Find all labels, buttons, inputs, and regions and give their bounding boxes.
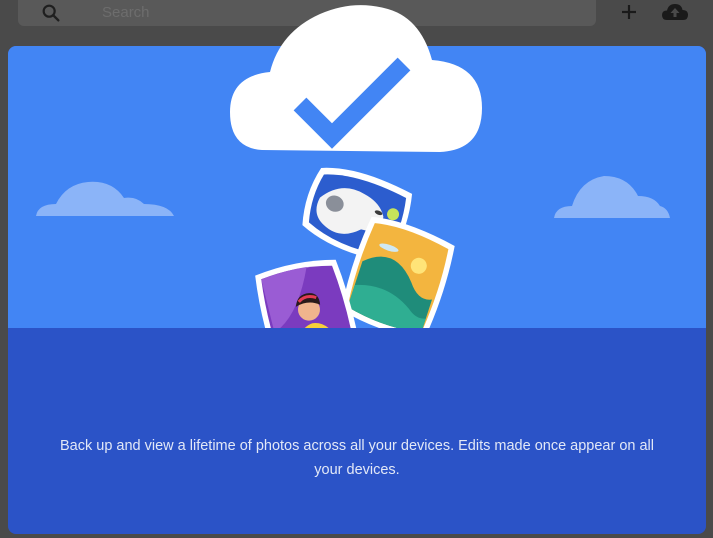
onboarding-message: Back up and view a lifetime of photos ac… — [59, 438, 655, 478]
right-cloud — [554, 176, 670, 218]
top-bar — [0, 0, 713, 40]
search-icon[interactable] — [40, 2, 62, 24]
onboarding-dialog: Back up and view a lifetime of photos ac… — [8, 46, 706, 534]
cloud-upload-icon[interactable] — [660, 0, 690, 26]
left-cloud — [36, 181, 174, 216]
plus-icon[interactable] — [616, 0, 642, 26]
hero-illustration — [8, 46, 706, 328]
search-input[interactable] — [102, 1, 582, 23]
portrait-photo — [255, 259, 361, 328]
search-bar[interactable] — [18, 0, 596, 26]
